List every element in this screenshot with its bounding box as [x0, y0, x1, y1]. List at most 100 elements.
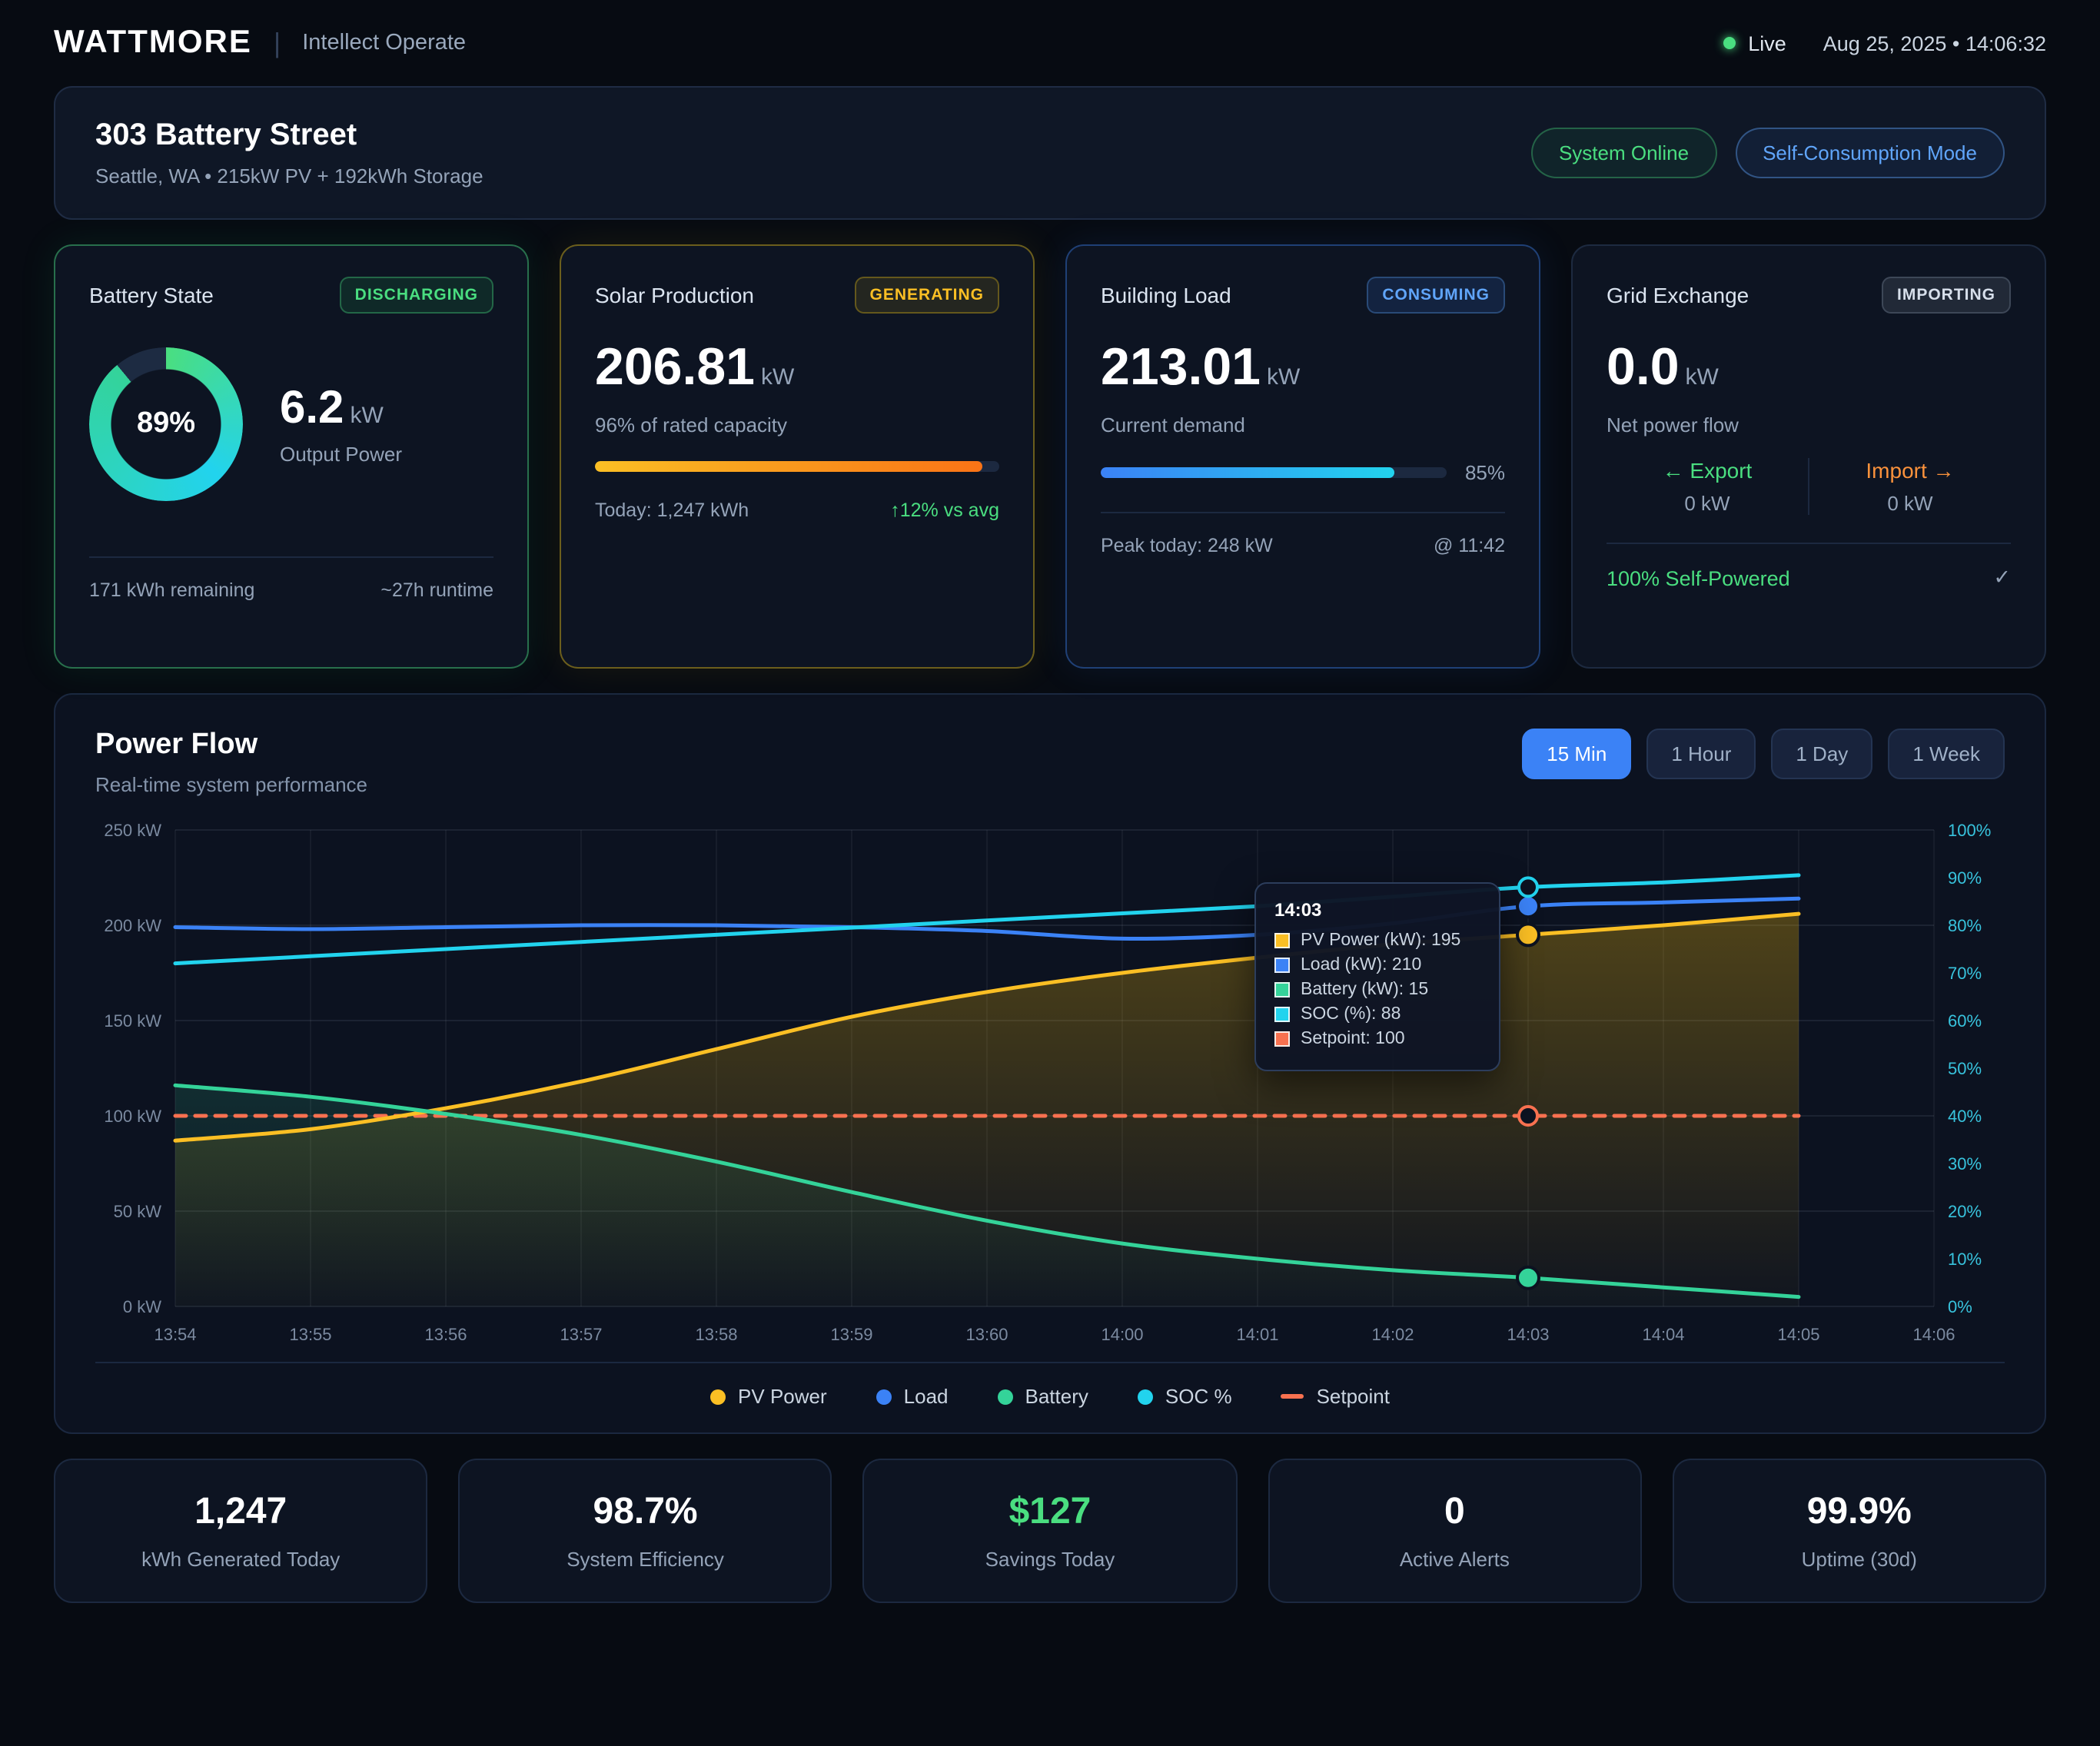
- live-dot-icon: [1723, 37, 1736, 49]
- range-button-1-hour[interactable]: 1 Hour: [1646, 729, 1756, 779]
- battery-runtime: ~27h runtime: [380, 579, 493, 601]
- solar-progress-fill: [595, 461, 983, 472]
- grid-flow-text: Net power flow: [1607, 413, 2011, 436]
- stat-label: System Efficiency: [484, 1548, 806, 1571]
- grid-export-import: ← Export 0 kW Import → 0 kW: [1607, 458, 2011, 536]
- battery-output-value: 6.2: [280, 383, 344, 433]
- x-axis-label: 14:00: [1101, 1325, 1143, 1344]
- legend-dot-icon: [998, 1389, 1013, 1404]
- x-axis-label: 14:03: [1507, 1325, 1549, 1344]
- property-info: 303 Battery Street Seattle, WA • 215kW P…: [95, 118, 483, 188]
- power-flow-chart-area: 13:5413:5513:5613:5713:5813:5913:6014:00…: [95, 812, 2005, 1353]
- solar-production-card: Solar Production GENERATING 206.81kW 96%…: [560, 244, 1035, 669]
- property-badges: System Online Self-Consumption Mode: [1531, 128, 2005, 178]
- load-card-footer: Peak today: 248 kW @ 11:42: [1101, 512, 1505, 556]
- tooltip-swatch-icon: [1274, 982, 1290, 997]
- legend-item-battery[interactable]: Battery: [998, 1385, 1088, 1408]
- range-button-15-min[interactable]: 15 Min: [1522, 729, 1631, 779]
- bottom-stats-row: 1,247 kWh Generated Today 98.7% System Effi…: [54, 1459, 2046, 1603]
- live-label: Live: [1748, 32, 1786, 55]
- stat-value: 1,247: [80, 1491, 401, 1534]
- brand: WATTMORE | Intellect Operate: [54, 25, 466, 61]
- stat-label: Savings Today: [889, 1548, 1211, 1571]
- power-flow-chart[interactable]: 13:5413:5513:5613:5713:5813:5913:6014:00…: [95, 812, 2008, 1353]
- self-consumption-mode-badge[interactable]: Self-Consumption Mode: [1735, 128, 2005, 178]
- stat-card-savings-today: $127 Savings Today: [863, 1459, 1237, 1603]
- x-axis-label: 13:60: [965, 1325, 1008, 1344]
- legend-dot-icon: [1138, 1389, 1153, 1404]
- x-axis-label: 13:54: [154, 1325, 196, 1344]
- x-axis-label: 13:56: [424, 1325, 467, 1344]
- self-powered-text: 100% Self-Powered: [1607, 566, 1790, 589]
- tooltip-text: PV Power (kW): 195: [1301, 931, 1460, 950]
- legend-item-load[interactable]: Load: [876, 1385, 949, 1408]
- stat-label: kWh Generated Today: [80, 1548, 401, 1571]
- legend-item-soc[interactable]: SOC %: [1138, 1385, 1232, 1408]
- grid-value: 0.0: [1607, 338, 1680, 397]
- y-axis-label-right: 30%: [1948, 1154, 1982, 1173]
- building-load-card: Building Load CONSUMING 213.01kW Current…: [1065, 244, 1540, 669]
- solar-unit: kW: [761, 364, 794, 390]
- tooltip-row: Battery (kW): 15: [1274, 981, 1480, 999]
- stat-value: 98.7%: [484, 1491, 806, 1534]
- power-flow-subtitle: Real-time system performance: [95, 773, 367, 796]
- range-button-1-day[interactable]: 1 Day: [1771, 729, 1872, 779]
- y-axis-label-left: 200 kW: [104, 916, 161, 935]
- legend-dot-icon: [876, 1389, 892, 1404]
- grid-import-cell: Import → 0 kW: [1809, 458, 2011, 515]
- marker-pv-power: [1517, 924, 1539, 945]
- solar-capacity-text: 96% of rated capacity: [595, 413, 999, 436]
- load-peak-today: Peak today: 248 kW: [1101, 535, 1273, 556]
- tooltip-swatch-icon: [1274, 1031, 1290, 1047]
- load-demand-text: Current demand: [1101, 413, 1505, 436]
- x-axis-label: 14:01: [1236, 1325, 1278, 1344]
- grid-card-footer: 100% Self-Powered ✓: [1607, 543, 2011, 590]
- load-progress-fill: [1101, 467, 1394, 478]
- legend-item-setpoint[interactable]: Setpoint: [1281, 1385, 1390, 1408]
- y-axis-label-left: 150 kW: [104, 1011, 161, 1031]
- solar-vs-avg: ↑12% vs avg: [890, 500, 999, 521]
- battery-card-footer: 171 kWh remaining ~27h runtime: [89, 556, 493, 601]
- solar-status-badge: GENERATING: [855, 277, 999, 314]
- legend-dot-icon: [710, 1389, 726, 1404]
- load-progress-percent: 85%: [1465, 461, 1505, 484]
- x-axis-label: 13:59: [830, 1325, 872, 1344]
- tooltip-row: Setpoint: 100: [1274, 1030, 1480, 1048]
- system-online-badge[interactable]: System Online: [1531, 128, 1716, 178]
- battery-output-label: Output Power: [280, 443, 402, 466]
- y-axis-label-left: 50 kW: [114, 1202, 162, 1221]
- tooltip-text: Setpoint: 100: [1301, 1030, 1405, 1048]
- legend-item-pv-power[interactable]: PV Power: [710, 1385, 827, 1408]
- x-axis-label: 13:55: [289, 1325, 331, 1344]
- stat-value: $127: [889, 1491, 1211, 1534]
- legend-label: Battery: [1025, 1385, 1088, 1408]
- load-value: 213.01: [1101, 338, 1261, 397]
- live-indicator: Live: [1723, 32, 1786, 55]
- stat-value: 0: [1294, 1491, 1615, 1534]
- tooltip-swatch-icon: [1274, 958, 1290, 973]
- battery-state-card: Battery State DISCHARGING 89% 6.2kW Outp…: [54, 244, 529, 669]
- battery-card-header: Battery State DISCHARGING: [89, 277, 493, 314]
- legend-label: SOC %: [1165, 1385, 1232, 1408]
- legend-label: Setpoint: [1317, 1385, 1390, 1408]
- app-subtitle: Intellect Operate: [302, 31, 466, 55]
- grid-status-badge: IMPORTING: [1882, 277, 2011, 314]
- y-axis-label-right: 10%: [1948, 1250, 1982, 1269]
- range-button-1-week[interactable]: 1 Week: [1888, 729, 2005, 779]
- app-logo: WATTMORE: [54, 25, 252, 61]
- load-peak-time: @ 11:42: [1434, 535, 1505, 556]
- power-flow-panel: Power Flow Real-time system performance …: [54, 693, 2046, 1434]
- tooltip-swatch-icon: [1274, 933, 1290, 948]
- grid-card-header: Grid Exchange IMPORTING: [1607, 277, 2011, 314]
- power-flow-title: Power Flow: [95, 729, 367, 762]
- check-icon: ✓: [1993, 566, 2011, 590]
- grid-card-title: Grid Exchange: [1607, 283, 1749, 307]
- stat-card-system-efficiency: 98.7% System Efficiency: [458, 1459, 832, 1603]
- battery-body: 89% 6.2kW Output Power: [89, 347, 493, 501]
- battery-card-title: Battery State: [89, 283, 214, 307]
- battery-remaining: 171 kWh remaining: [89, 579, 254, 601]
- tooltip-text: Load (kW): 210: [1301, 956, 1421, 974]
- grid-export-cell: ← Export 0 kW: [1607, 458, 1809, 515]
- solar-progress-track: [595, 461, 999, 472]
- solar-progress: [595, 461, 999, 472]
